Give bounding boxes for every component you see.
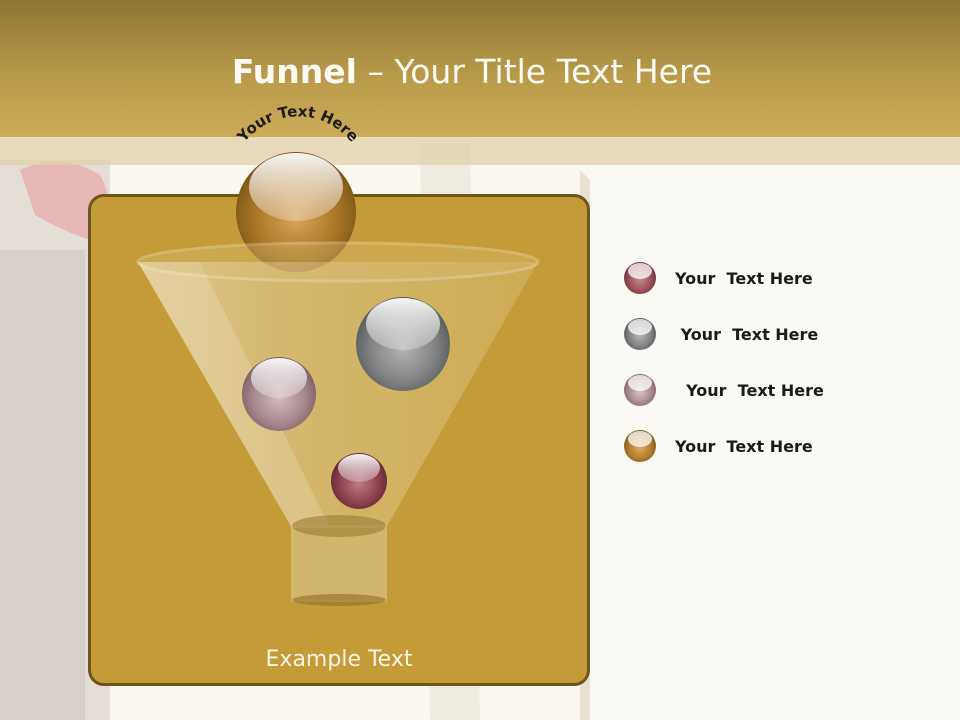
legend-label-3: Your Text Here — [675, 381, 824, 400]
example-text: Example Text — [265, 647, 413, 672]
ball-mauve — [242, 357, 316, 431]
legend-item-2: Your Text Here — [622, 316, 882, 352]
legend-ball-maroon-icon — [624, 262, 656, 294]
funnel-diagram: Your Text Here — [136, 102, 540, 606]
legend-item-3: Your Text Here — [622, 372, 882, 408]
ball-gray — [356, 297, 450, 391]
ball-maroon — [331, 453, 387, 509]
top-arc-label: Your Text Here — [233, 102, 362, 146]
legend-ball-gold-icon — [624, 430, 656, 462]
legend-ball-gray-icon — [624, 318, 656, 350]
legend-label-2: Your Text Here — [675, 325, 819, 344]
legend-label-1: Your Text Here — [675, 269, 813, 288]
legend-item-4: Your Text Here — [622, 428, 882, 464]
legend-item-1: Your Text Here — [622, 260, 882, 296]
funnel-spout — [291, 515, 387, 606]
top-arc-textpath: Your Text Here — [233, 102, 362, 146]
legend-label-4: Your Text Here — [675, 437, 813, 456]
legend-ball-mauve-icon — [624, 374, 656, 406]
